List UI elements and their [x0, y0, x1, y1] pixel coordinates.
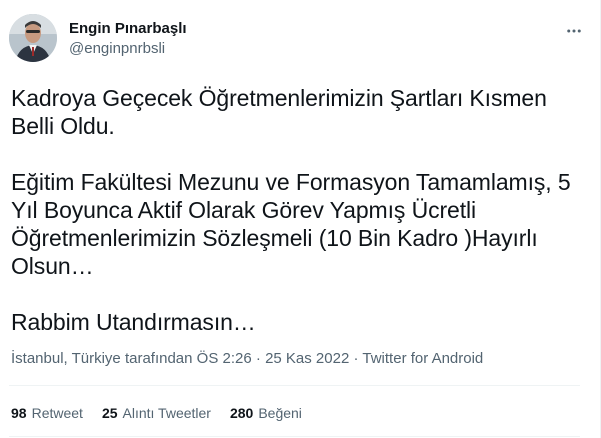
- divider: [9, 385, 580, 386]
- tweet-stats: 98 Retweet 25 Alıntı Tweetler 280 Beğeni: [11, 405, 302, 421]
- more-options-button[interactable]: [561, 18, 587, 44]
- author-handle[interactable]: @enginpnrbsli: [69, 39, 187, 59]
- tweet-card: Engin Pınarbaşlı @enginpnrbsli Kadroya G…: [0, 0, 601, 438]
- retweet-count: 98: [11, 405, 27, 421]
- meta-separator: ·: [255, 350, 261, 367]
- tweet-time[interactable]: ÖS 2:26: [197, 350, 252, 367]
- tweet-date[interactable]: 25 Kas 2022: [265, 350, 349, 367]
- like-count: 280: [229, 405, 254, 421]
- like-label: Beğeni: [258, 405, 302, 421]
- avatar[interactable]: [9, 14, 57, 62]
- like-stat[interactable]: 280 Beğeni: [230, 405, 302, 421]
- author-block: Engin Pınarbaşlı @enginpnrbsli: [69, 19, 187, 59]
- author-display-name[interactable]: Engin Pınarbaşlı: [69, 19, 187, 39]
- retweet-stat[interactable]: 98 Retweet: [11, 405, 83, 421]
- quote-tweet-stat[interactable]: 25 Alıntı Tweetler: [102, 405, 211, 421]
- avatar-photo: [9, 14, 57, 62]
- divider: [9, 436, 580, 437]
- meta-separator: ·: [353, 350, 359, 367]
- tweet-location[interactable]: İstanbul, Türkiye tarafından: [11, 350, 193, 367]
- tweet-text: Kadroya Geçecek Öğretmenlerimizin Şartla…: [11, 85, 571, 335]
- tweet-header: Engin Pınarbaşlı @enginpnrbsli: [9, 14, 589, 66]
- tweet-source[interactable]: Twitter for Android: [362, 350, 483, 367]
- quote-label: Alıntı Tweetler: [122, 405, 211, 421]
- more-horizontal-icon: [567, 29, 581, 33]
- retweet-label: Retweet: [31, 405, 83, 421]
- quote-count: 25: [101, 405, 118, 421]
- tweet-meta: İstanbul, Türkiye tarafından ÖS 2:26 · 2…: [11, 350, 483, 367]
